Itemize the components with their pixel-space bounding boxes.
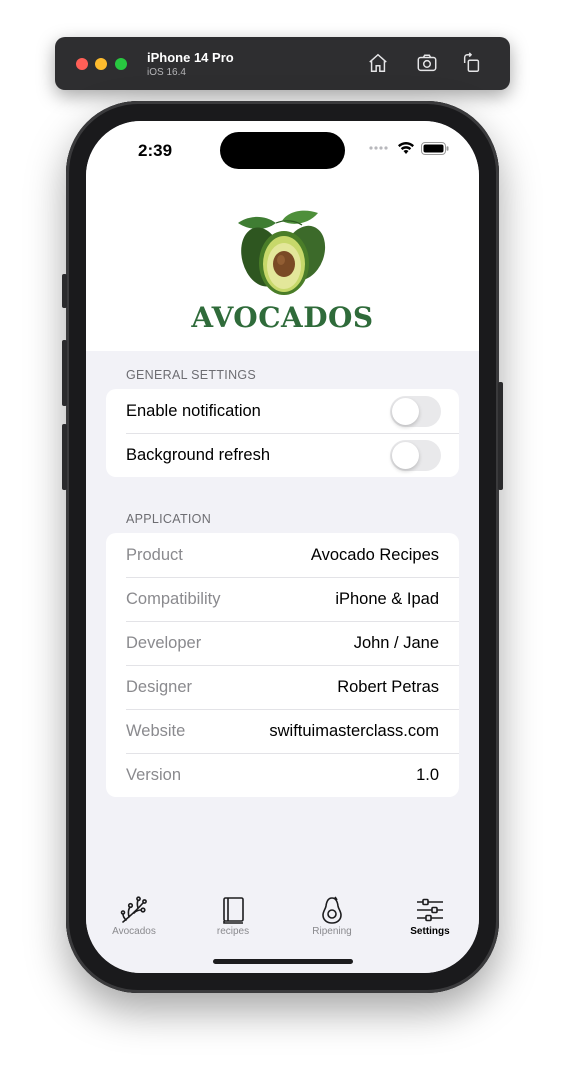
avocado-logo bbox=[238, 210, 326, 295]
website-link[interactable]: swiftuimasterclass.com bbox=[269, 722, 439, 741]
status-time: 2:39 bbox=[138, 141, 173, 160]
tab-label: recipes bbox=[216, 926, 250, 937]
tab-label: Avocados bbox=[112, 926, 156, 937]
background-refresh-row: Background refresh bbox=[106, 433, 459, 477]
background-refresh-toggle[interactable] bbox=[390, 439, 441, 471]
minimize-window-button[interactable] bbox=[95, 58, 107, 70]
sliders-icon bbox=[417, 898, 443, 922]
application-card: Product Avocado Recipes Compatibility iP… bbox=[106, 533, 459, 797]
info-key: Designer bbox=[126, 677, 193, 696]
info-value: Robert Petras bbox=[337, 677, 439, 696]
info-value: iPhone & Ipad bbox=[335, 589, 439, 608]
device-name: iPhone 14 Pro bbox=[147, 50, 234, 65]
phone-screen: AVOCADOS 2:39 GENERAL SETTINGS Enable no… bbox=[86, 121, 479, 973]
enable-notification-label: Enable notification bbox=[126, 401, 261, 420]
general-settings-header: GENERAL SETTINGS bbox=[126, 368, 257, 382]
tab-label: Ripening bbox=[312, 926, 352, 937]
info-row-developer: Developer John / Jane bbox=[106, 621, 459, 665]
enable-notification-row: Enable notification bbox=[106, 389, 459, 433]
tab-ripening[interactable]: Ripening bbox=[292, 895, 372, 937]
info-row-designer: Designer Robert Petras bbox=[106, 665, 459, 709]
info-row-product: Product Avocado Recipes bbox=[106, 533, 459, 577]
info-value: John / Jane bbox=[353, 633, 439, 652]
volume-up-button bbox=[62, 340, 67, 406]
zoom-window-button[interactable] bbox=[115, 58, 127, 70]
screenshot-icon[interactable] bbox=[416, 52, 438, 74]
brand-title: AVOCADOS bbox=[191, 301, 374, 334]
volume-down-button bbox=[62, 424, 67, 490]
application-header: APPLICATION bbox=[126, 512, 212, 526]
info-row-website[interactable]: Website swiftuimasterclass.com bbox=[106, 709, 459, 753]
toggle-knob bbox=[392, 441, 419, 469]
status-icons bbox=[369, 141, 449, 155]
simulator-toolbar: iPhone 14 Pro iOS 16.4 bbox=[55, 37, 510, 90]
home-indicator[interactable] bbox=[213, 959, 353, 964]
book-icon bbox=[223, 897, 244, 924]
tab-recipes[interactable]: recipes bbox=[193, 895, 273, 937]
info-key: Developer bbox=[126, 633, 202, 652]
info-row-version: Version 1.0 bbox=[106, 753, 459, 797]
cellular-dots-icon bbox=[369, 146, 388, 150]
info-key: Compatibility bbox=[126, 589, 221, 608]
enable-notification-toggle[interactable] bbox=[390, 395, 441, 427]
tab-label: Settings bbox=[410, 926, 450, 937]
action-button bbox=[62, 274, 67, 308]
info-row-compatibility: Compatibility iPhone & Ipad bbox=[106, 577, 459, 621]
tab-avocados[interactable]: Avocados bbox=[94, 895, 174, 937]
info-key: Product bbox=[126, 545, 183, 564]
info-value: Avocado Recipes bbox=[310, 545, 439, 564]
general-settings-card: Enable notification Background refresh bbox=[106, 389, 459, 477]
os-version: iOS 16.4 bbox=[147, 67, 186, 78]
info-value: 1.0 bbox=[416, 765, 439, 784]
close-window-button[interactable] bbox=[76, 58, 88, 70]
toggle-knob bbox=[392, 397, 419, 425]
rotate-icon[interactable] bbox=[461, 52, 483, 74]
info-key: Website bbox=[126, 721, 186, 740]
battery-icon bbox=[421, 141, 449, 155]
avocado-icon bbox=[322, 896, 342, 924]
background-refresh-label: Background refresh bbox=[126, 445, 270, 464]
dynamic-island bbox=[220, 132, 345, 169]
tab-settings[interactable]: Settings bbox=[390, 895, 470, 937]
power-button bbox=[498, 382, 503, 490]
home-icon[interactable] bbox=[367, 52, 389, 74]
wifi-icon bbox=[398, 142, 414, 154]
info-key: Version bbox=[126, 765, 182, 784]
branch-icon bbox=[120, 896, 147, 923]
